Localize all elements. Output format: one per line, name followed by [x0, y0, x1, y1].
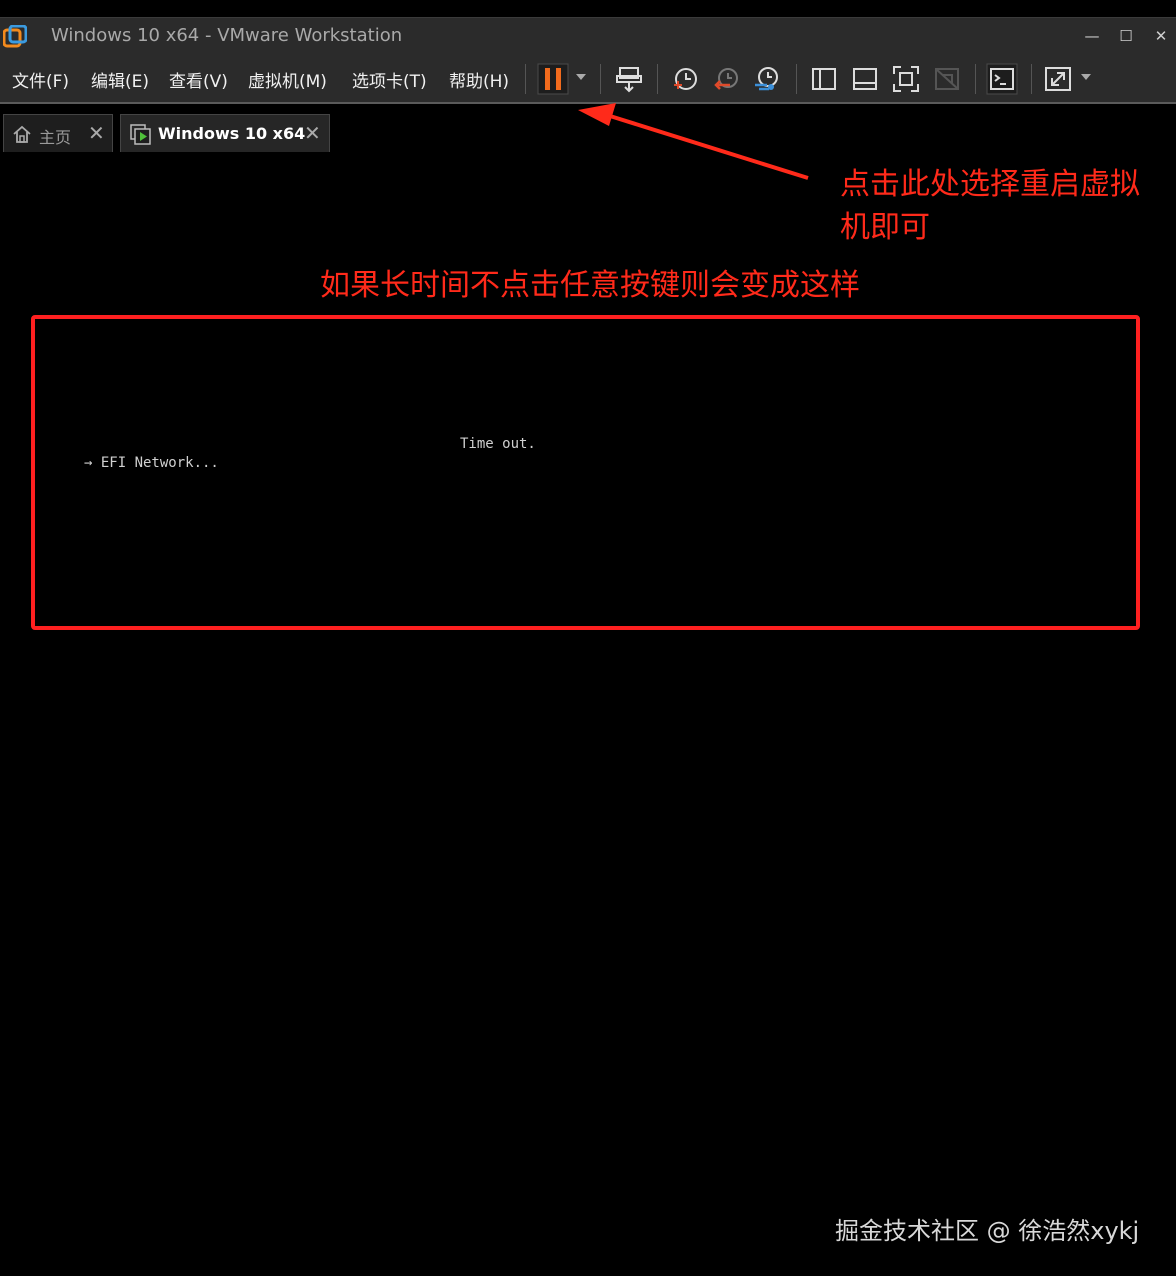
menu-view[interactable]: 查看(V): [169, 67, 228, 92]
watermark: 掘金技术社区 @ 徐浩然xykj: [835, 1217, 1140, 1245]
home-icon: [12, 124, 32, 144]
snapshot-manager-icon[interactable]: [751, 63, 783, 95]
tab-bar: 主页 ✕ Windows 10 x64 ✕: [0, 104, 1176, 154]
console-view-icon[interactable]: [986, 63, 1018, 95]
toolbar-separator: [975, 64, 976, 94]
minimize-button[interactable]: —: [1077, 23, 1107, 49]
console-efi-network-text: → EFI Network...: [84, 455, 219, 471]
menu-vm[interactable]: 虚拟机(M): [248, 67, 327, 92]
send-ctrl-alt-del-icon[interactable]: [613, 63, 645, 95]
highlight-box: [31, 315, 1140, 630]
menu-file[interactable]: 文件(F): [12, 67, 69, 92]
window-title: Windows 10 x64 - VMware Workstation: [51, 25, 403, 46]
unity-icon[interactable]: [931, 63, 963, 95]
tab-windows-10-x64[interactable]: Windows 10 x64 ✕: [120, 114, 330, 152]
toolbar-separator: [525, 64, 526, 94]
pause-icon[interactable]: [537, 63, 569, 95]
close-tab-icon[interactable]: ✕: [304, 121, 321, 145]
tab-vm-label: Windows 10 x64: [158, 124, 306, 143]
toolbar-separator: [657, 64, 658, 94]
revert-snapshot-icon[interactable]: [710, 63, 742, 95]
vm-running-icon: [130, 124, 152, 146]
arrow-annotation-line-1: 点击此处选择重启虚拟: [840, 167, 1140, 202]
show-library-icon[interactable]: [808, 63, 840, 95]
menu-help[interactable]: 帮助(H): [449, 67, 509, 92]
menu-edit[interactable]: 编辑(E): [91, 67, 149, 92]
thumbnail-bar-icon[interactable]: [849, 63, 881, 95]
toolbar-separator: [600, 64, 601, 94]
menu-tabs[interactable]: 选项卡(T): [352, 67, 427, 92]
close-window-button[interactable]: ✕: [1146, 23, 1176, 49]
snapshot-icon[interactable]: [669, 63, 701, 95]
toolbar-separator: [796, 64, 797, 94]
box-annotation-text: 如果长时间不点击任意按键则会变成这样: [320, 268, 860, 303]
tab-home-label: 主页: [39, 128, 72, 147]
close-tab-icon[interactable]: ✕: [88, 121, 105, 145]
toolbar-separator: [1031, 64, 1032, 94]
screen-top-strip: [0, 0, 1176, 17]
tab-home[interactable]: 主页 ✕: [3, 114, 113, 152]
stretch-dropdown-chevron-icon[interactable]: [1081, 74, 1091, 80]
arrow-annotation-line-2: 机即可: [840, 210, 930, 245]
pause-dropdown-chevron-icon[interactable]: [576, 74, 586, 80]
stretch-guest-icon[interactable]: [1042, 63, 1074, 95]
arrow-annotation-text: 点击此处选择重启虚拟 机即可: [840, 163, 1140, 249]
maximize-button[interactable]: ☐: [1111, 23, 1141, 49]
fullscreen-icon[interactable]: [890, 63, 922, 95]
console-timeout-text: Time out.: [460, 436, 536, 452]
menu-toolbar-bar: 文件(F) 编辑(E) 查看(V) 虚拟机(M) 选项卡(T) 帮助(H): [0, 54, 1176, 104]
title-bar: Windows 10 x64 - VMware Workstation — ☐ …: [0, 17, 1176, 54]
vmware-logo-icon: [2, 24, 28, 49]
